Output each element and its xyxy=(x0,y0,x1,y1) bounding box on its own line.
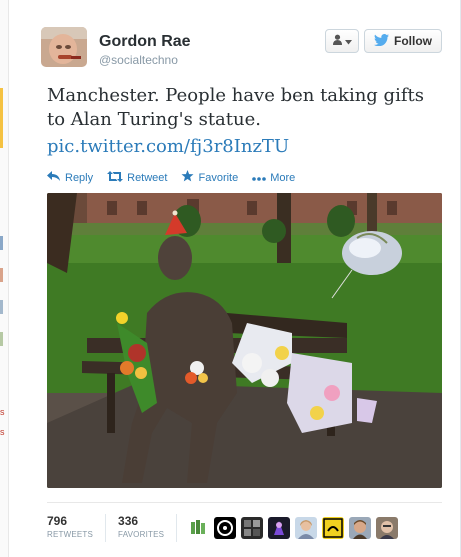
tweet-actions: Reply Retweet Favorite More xyxy=(47,170,295,185)
retweet-action[interactable]: Retweet xyxy=(107,170,168,185)
strip-marker-orange xyxy=(0,268,3,282)
tweet-text: Manchester. People have ben taking gifts… xyxy=(47,85,424,130)
favorite-label: Favorite xyxy=(198,171,239,184)
user-actions-button[interactable] xyxy=(325,29,359,53)
tweet-photo[interactable] xyxy=(47,193,442,488)
favorite-action[interactable]: Favorite xyxy=(181,170,238,185)
favoriter-avatars xyxy=(187,517,398,539)
caret-down-icon xyxy=(345,32,352,50)
tweet-media-link[interactable]: pic.twitter.com/fj3r8InzTU xyxy=(47,136,289,157)
avatar[interactable] xyxy=(41,27,87,67)
more-dots-icon xyxy=(252,172,267,184)
favoriter-avatar[interactable] xyxy=(349,517,371,539)
favoriter-avatar[interactable] xyxy=(322,517,344,539)
favorites-label: FAVORITES xyxy=(118,530,165,539)
reply-action[interactable]: Reply xyxy=(47,171,93,184)
favorites-count: 336 xyxy=(118,514,139,528)
reply-label: Reply xyxy=(65,171,94,184)
strip-marker-yellow xyxy=(0,88,3,148)
favoriter-avatar[interactable] xyxy=(214,517,236,539)
stats-divider xyxy=(47,502,442,503)
retweets-label: RETWEETS xyxy=(47,530,94,539)
left-strip-char: s xyxy=(0,407,5,417)
favorites-stat[interactable]: 336 FAVORITES xyxy=(118,514,176,539)
favoriter-avatar[interactable] xyxy=(295,517,317,539)
favoriter-avatar[interactable] xyxy=(187,517,209,539)
star-icon xyxy=(181,170,194,185)
more-label: More xyxy=(270,171,296,184)
favoriter-avatar[interactable] xyxy=(268,517,290,539)
favoriter-avatar[interactable] xyxy=(241,517,263,539)
retweets-count: 796 xyxy=(47,514,68,528)
reply-icon xyxy=(47,171,61,184)
favoriter-avatar[interactable] xyxy=(376,517,398,539)
strip-marker-lightblue xyxy=(0,300,3,314)
user-username[interactable]: @socialtechno xyxy=(99,53,178,67)
follow-button-label: Follow xyxy=(394,34,432,48)
left-strip-char: s xyxy=(0,427,5,437)
tweet-stats: 796 RETWEETS 336 FAVORITES xyxy=(47,514,189,542)
retweet-icon xyxy=(107,170,124,185)
strip-marker-blue xyxy=(0,236,3,250)
user-icon xyxy=(332,32,343,50)
strip-marker-green xyxy=(0,332,3,346)
user-fullname[interactable]: Gordon Rae xyxy=(99,33,191,51)
stat-separator xyxy=(176,514,178,542)
retweets-stat[interactable]: 796 RETWEETS xyxy=(47,514,105,539)
more-action[interactable]: More xyxy=(252,172,295,184)
retweet-label: Retweet xyxy=(127,171,168,184)
twitter-bird-icon xyxy=(374,33,389,49)
follow-button[interactable]: Follow xyxy=(364,29,442,53)
stat-separator xyxy=(105,514,107,542)
